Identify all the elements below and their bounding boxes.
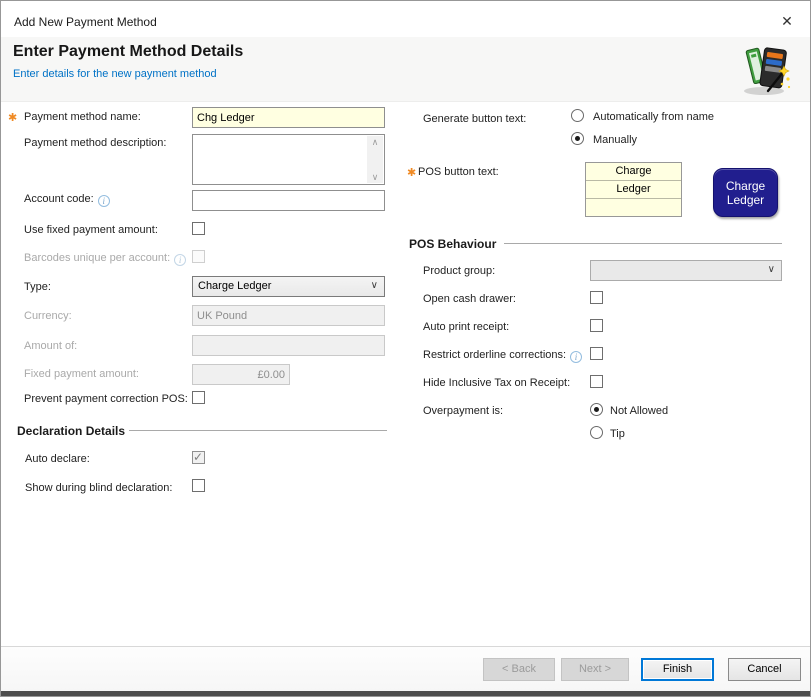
prevent-payment-correction-label: Prevent payment correction POS:: [24, 393, 188, 405]
generate-automatically-label[interactable]: Automatically from name: [593, 111, 714, 123]
pos-behaviour-divider: [504, 243, 782, 244]
barcodes-unique-label: Barcodes unique per account:i: [24, 252, 186, 266]
account-code-input[interactable]: [192, 190, 385, 211]
hide-inclusive-tax-checkbox[interactable]: ✓: [590, 375, 603, 388]
overpayment-label: Overpayment is:: [423, 405, 503, 417]
pos-button-preview: Charge Ledger: [713, 168, 778, 217]
chevron-down-icon: ∨: [768, 264, 775, 275]
pos-button-text-line-1[interactable]: Charge: [586, 163, 681, 181]
info-icon[interactable]: i: [570, 351, 582, 363]
product-group-dropdown[interactable]: ∨: [590, 260, 782, 281]
restrict-orderline-corrections-checkbox[interactable]: ✓: [590, 347, 603, 360]
show-blind-declaration-checkbox[interactable]: ✓: [192, 479, 205, 492]
hide-inclusive-tax-label: Hide Inclusive Tax on Receipt:: [423, 377, 570, 389]
generate-manually-label[interactable]: Manually: [593, 134, 637, 146]
overpayment-tip-label[interactable]: Tip: [610, 428, 625, 440]
pos-button-text-lines: Charge Ledger: [585, 162, 682, 217]
window-title: Add New Payment Method: [14, 15, 157, 29]
back-button: < Back: [483, 658, 555, 681]
payment-method-description-input[interactable]: ∧ ∨: [192, 134, 385, 185]
amount-of-label: Amount of:: [24, 340, 77, 352]
show-blind-declaration-label: Show during blind declaration:: [25, 482, 172, 494]
auto-declare-label: Auto declare:: [25, 453, 90, 465]
type-dropdown[interactable]: Charge Ledger ∨: [192, 276, 385, 297]
product-group-label: Product group:: [423, 265, 495, 277]
title-bar: Add New Payment Method ✕: [1, 1, 810, 37]
auto-print-receipt-label: Auto print receipt:: [423, 321, 509, 333]
info-icon: i: [174, 254, 186, 266]
required-asterisk: ✱: [8, 111, 17, 124]
window-bottom-edge: [1, 691, 810, 696]
required-asterisk: ✱: [407, 166, 416, 179]
description-scrollbar[interactable]: ∧ ∨: [367, 136, 383, 183]
next-button: Next >: [561, 658, 629, 681]
pos-behaviour-header: POS Behaviour: [409, 237, 496, 251]
close-icon[interactable]: ✕: [776, 10, 798, 32]
dialog-header: Enter Payment Method Details Enter detai…: [1, 37, 810, 102]
payment-method-name-input[interactable]: [192, 107, 385, 128]
payment-wallet-icon: [738, 41, 794, 97]
cancel-button[interactable]: Cancel: [728, 658, 801, 681]
declaration-details-divider: [129, 430, 387, 431]
open-cash-drawer-label: Open cash drawer:: [423, 293, 516, 305]
fixed-payment-amount-label: Fixed payment amount:: [24, 368, 139, 380]
generate-button-text-label: Generate button text:: [423, 113, 526, 125]
type-label: Type:: [24, 281, 51, 293]
add-payment-method-dialog: Add New Payment Method ✕ Enter Payment M…: [0, 0, 811, 697]
open-cash-drawer-checkbox[interactable]: ✓: [590, 291, 603, 304]
auto-print-receipt-checkbox[interactable]: ✓: [590, 319, 603, 332]
fixed-payment-amount-input: [192, 364, 290, 385]
page-title: Enter Payment Method Details: [13, 43, 243, 61]
pos-button-text-label: POS button text:: [418, 166, 499, 178]
overpayment-not-allowed-label[interactable]: Not Allowed: [610, 405, 668, 417]
pos-button-text-line-2[interactable]: Ledger: [586, 181, 681, 199]
type-dropdown-value: Charge Ledger: [198, 280, 271, 292]
overpayment-tip-radio[interactable]: [590, 426, 603, 439]
currency-input: [192, 305, 385, 326]
scroll-up-icon[interactable]: ∧: [372, 136, 379, 148]
payment-method-description-label: Payment method description:: [24, 137, 166, 149]
page-subtitle: Enter details for the new payment method: [13, 68, 217, 80]
pos-button-text-line-3[interactable]: [586, 199, 681, 216]
finish-button[interactable]: Finish: [641, 658, 714, 681]
payment-method-name-label: Payment method name:: [24, 111, 141, 123]
chevron-down-icon: ∨: [371, 280, 378, 291]
info-icon[interactable]: i: [98, 195, 110, 207]
prevent-payment-correction-checkbox[interactable]: ✓: [192, 391, 205, 404]
generate-manually-radio[interactable]: [571, 132, 584, 145]
use-fixed-payment-amount-label: Use fixed payment amount:: [24, 224, 158, 236]
amount-of-input: [192, 335, 385, 356]
account-code-label: Account code:i: [24, 193, 110, 207]
currency-label: Currency:: [24, 310, 72, 322]
use-fixed-payment-amount-checkbox[interactable]: ✓: [192, 222, 205, 235]
barcodes-unique-checkbox: ✓: [192, 250, 205, 263]
declaration-details-header: Declaration Details: [17, 424, 125, 438]
generate-automatically-radio[interactable]: [571, 109, 584, 122]
restrict-orderline-corrections-label: Restrict orderline corrections:i: [423, 349, 582, 363]
auto-declare-checkbox[interactable]: ✓: [192, 451, 205, 464]
scroll-down-icon[interactable]: ∨: [372, 171, 379, 183]
overpayment-not-allowed-radio[interactable]: [590, 403, 603, 416]
